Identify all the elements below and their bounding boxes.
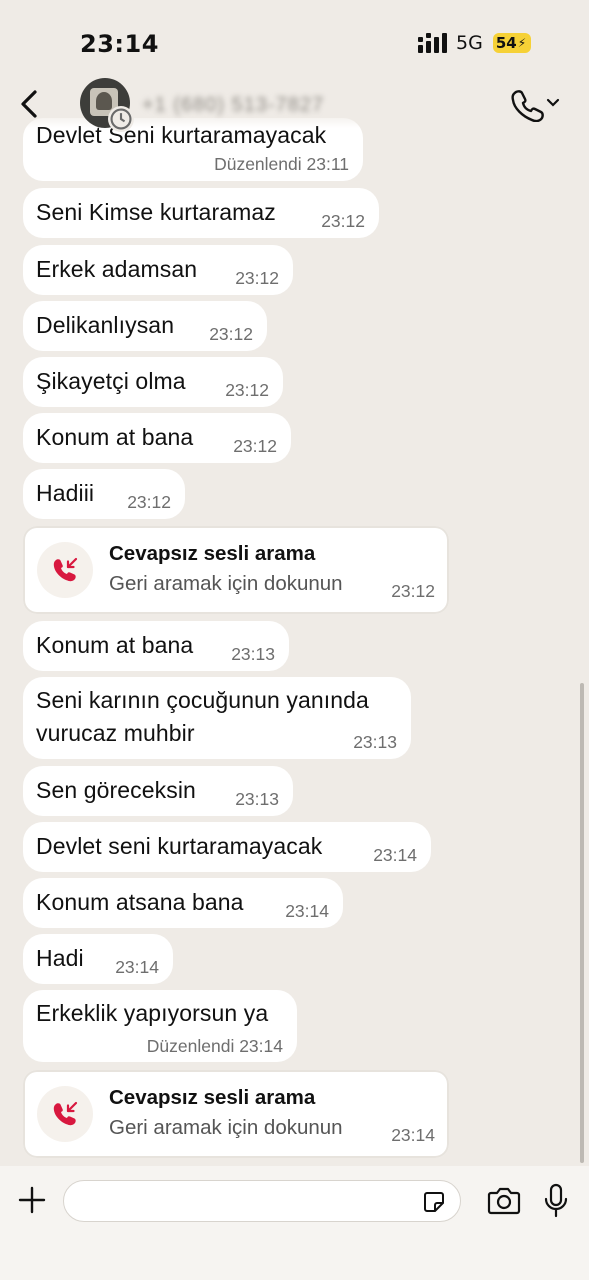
call-subtitle: Geri aramak için dokunun	[109, 572, 343, 595]
battery-level: 54	[495, 34, 517, 52]
message-time: 23:14	[391, 1125, 435, 1145]
message-text-line: vurucaz muhbir	[36, 720, 195, 746]
message-text: Sen göreceksin	[36, 777, 196, 803]
back-icon[interactable]	[14, 84, 46, 124]
call-title: Cevapsız sesli arama	[109, 1086, 316, 1109]
missed-call-icon	[37, 542, 93, 598]
status-time: 23:14	[80, 30, 159, 58]
status-bar: 23:14 5G 54 ⚡	[0, 0, 589, 80]
message-text: Hadiii	[36, 480, 95, 506]
message-bubble[interactable]: Erkek adamsan 23:12	[23, 245, 293, 295]
network-label: 5G	[456, 32, 483, 54]
message-time: 23:12	[209, 324, 253, 344]
message-time: 23:12	[321, 211, 365, 231]
message-bubble[interactable]: Erkeklik yapıyorsun ya Düzenlendi 23:14	[23, 990, 297, 1062]
message-text: Şikayetçi olma	[36, 368, 186, 394]
message-text: Delikanlıysan	[36, 312, 175, 338]
message-text-line: Seni karının çocuğunun yanında	[36, 687, 369, 713]
message-time: 23:14	[115, 957, 159, 977]
sticker-icon[interactable]	[421, 1189, 447, 1215]
message-bubble[interactable]: Şikayetçi olma 23:12	[23, 357, 283, 407]
message-time: Düzenlendi 23:14	[146, 1036, 283, 1056]
message-bubble[interactable]: Devlet seni kurtaramayacak 23:14	[23, 822, 431, 872]
message-text: Erkek adamsan	[36, 256, 198, 282]
message-bubble[interactable]: Seni karının çocuğunun yanında vurucaz m…	[23, 677, 411, 759]
message-time: 23:12	[235, 268, 279, 288]
message-time: 23:12	[391, 581, 435, 601]
message-bubble[interactable]: Konum atsana bana 23:14	[23, 878, 343, 928]
message-text: Konum at bana	[36, 632, 194, 658]
message-input[interactable]	[63, 1180, 461, 1222]
contact-name[interactable]: +1 (680) 513-7827	[142, 94, 324, 117]
missed-call-card[interactable]: Cevapsız sesli arama Geri aramak için do…	[23, 1070, 449, 1158]
composer-bar	[0, 1166, 589, 1280]
message-text: Konum at bana	[36, 424, 194, 450]
message-time: 23:13	[353, 732, 397, 752]
message-bubble[interactable]: Seni Kimse kurtaramaz 23:12	[23, 188, 379, 238]
message-time: 23:12	[225, 380, 269, 400]
message-time: Düzenlendi 23:11	[214, 154, 349, 174]
message-text: Devlet seni kurtaramayacak	[36, 833, 323, 859]
message-bubble[interactable]: Sen göreceksin 23:13	[23, 766, 293, 816]
status-badge-icon	[108, 106, 134, 132]
message-time: 23:14	[285, 901, 329, 921]
message-time: 23:12	[233, 436, 277, 456]
message-bubble[interactable]: Konum at bana 23:12	[23, 413, 291, 463]
message-text: Erkeklik yapıyorsun ya	[36, 1000, 269, 1026]
camera-icon[interactable]	[486, 1186, 522, 1216]
scrollbar[interactable]	[580, 683, 584, 1163]
call-subtitle: Geri aramak için dokunun	[109, 1116, 343, 1139]
battery-indicator: 54 ⚡	[493, 33, 531, 53]
message-text: Seni Kimse kurtaramaz	[36, 199, 276, 225]
message-time: 23:14	[373, 845, 417, 865]
message-text: Konum atsana bana	[36, 889, 244, 915]
missed-call-icon	[37, 1086, 93, 1142]
missed-call-card[interactable]: Cevapsız sesli arama Geri aramak için do…	[23, 526, 449, 614]
call-icon[interactable]	[508, 86, 560, 122]
signal-icon	[418, 33, 447, 53]
message-time: 23:13	[235, 789, 279, 809]
mic-icon[interactable]	[542, 1182, 570, 1220]
call-title: Cevapsız sesli arama	[109, 542, 316, 565]
message-time: 23:12	[127, 492, 171, 512]
message-time: 23:13	[231, 644, 275, 664]
message-bubble[interactable]: Konum at bana 23:13	[23, 621, 289, 671]
message-bubble[interactable]: Hadi 23:14	[23, 934, 173, 984]
message-text: Hadi	[36, 945, 84, 971]
message-bubble[interactable]: Hadiii 23:12	[23, 469, 185, 519]
plus-icon[interactable]	[14, 1182, 50, 1218]
charging-icon: ⚡	[517, 36, 527, 50]
message-bubble[interactable]: Delikanlıysan 23:12	[23, 301, 267, 351]
